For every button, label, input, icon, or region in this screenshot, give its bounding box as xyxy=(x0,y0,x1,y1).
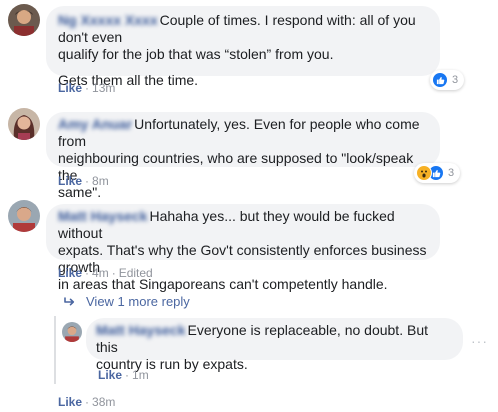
comment-timestamp[interactable]: 4m xyxy=(92,266,109,280)
view-more-replies-button[interactable]: View 1 more reply xyxy=(64,294,190,309)
view-more-label: View 1 more reply xyxy=(86,294,190,309)
comment-meta: Like · 38m xyxy=(58,395,116,409)
reaction-count: 3 xyxy=(452,74,459,86)
comment-bubble: Matt Hayseck Hahaha yes... but they would… xyxy=(46,204,440,292)
comment-timestamp[interactable]: 8m xyxy=(92,174,109,188)
avatar[interactable] xyxy=(8,4,40,36)
reaction-summary[interactable]: 3 xyxy=(414,163,461,183)
comment-author[interactable]: Amy Anuar xyxy=(58,116,132,133)
comment-bubble: Amy Anuar Unfortunately, yes. Even for pe… xyxy=(46,112,440,200)
like-link[interactable]: Like xyxy=(58,266,82,280)
reaction-summary[interactable]: 3 xyxy=(430,70,465,90)
avatar[interactable] xyxy=(8,200,40,232)
comment-text: qualify for the job that was “stolen” fr… xyxy=(58,46,334,62)
reply-thread-line xyxy=(54,316,56,384)
edited-label[interactable]: Edited xyxy=(119,266,153,280)
comment-text: neighbouring countries, who are supposed… xyxy=(58,150,414,183)
avatar[interactable] xyxy=(62,322,82,342)
like-link[interactable]: Like xyxy=(98,368,122,382)
comment-timestamp[interactable]: 13m xyxy=(92,81,115,95)
like-icon xyxy=(432,72,448,88)
comment-bubble: Ng Xxxxx Xxxx Couple of times. I respond … xyxy=(46,6,440,88)
comment-meta: Like · 4m · Edited xyxy=(58,266,153,280)
comment-author[interactable]: Ng Xxxxx Xxxx xyxy=(58,12,158,29)
reply-meta: Like · 1m xyxy=(98,368,149,382)
like-link[interactable]: Like xyxy=(58,174,82,188)
comment-author[interactable]: Matt Hayseck xyxy=(58,208,148,225)
reply-arrow-icon xyxy=(64,296,76,307)
reply-timestamp[interactable]: 1m xyxy=(132,368,149,382)
reaction-count: 3 xyxy=(448,167,455,179)
comment-timestamp[interactable]: 38m xyxy=(92,395,115,409)
like-link[interactable]: Like xyxy=(58,395,82,409)
comment-text: same". xyxy=(58,184,102,200)
wow-icon xyxy=(416,165,432,181)
reply-author[interactable]: Matt Hayseck xyxy=(96,322,186,339)
avatar[interactable] xyxy=(8,108,40,140)
comment-meta: Like · 8m xyxy=(58,174,109,188)
reply-bubble: Matt Hayseck Everyone is replaceable, no … xyxy=(86,318,463,372)
more-options-icon[interactable]: ··· xyxy=(471,333,488,349)
comment-thread: Ng Xxxxx Xxxx Couple of times. I respond … xyxy=(0,0,498,412)
comment-meta: Like · 13m xyxy=(58,81,116,95)
like-link[interactable]: Like xyxy=(58,81,82,95)
reply-text: country is run by expats. xyxy=(96,356,248,372)
